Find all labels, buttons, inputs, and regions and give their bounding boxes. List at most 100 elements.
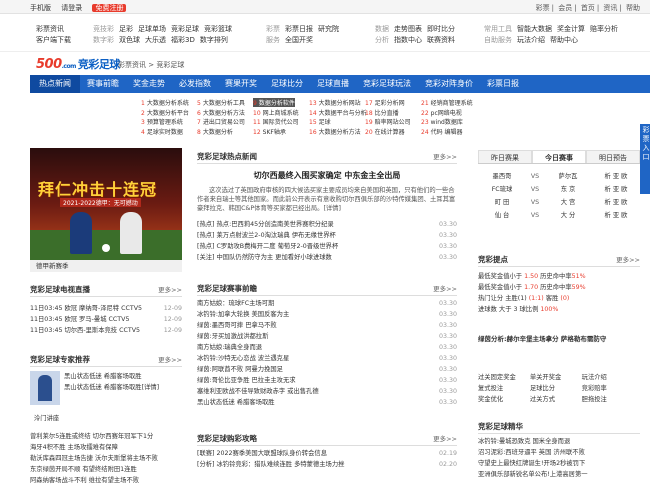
register-button[interactable]: 免费注册 [92, 4, 127, 12]
keyword-link[interactable]: 13 大数据分析网站 [309, 98, 361, 107]
list-item[interactable]: 勒沃库森四冠主场告捷 沃尔夫斯堡将主场不败 [30, 453, 182, 464]
list-item[interactable]: 绿茵:牙买加激战洪都拉斯 03.30 [197, 331, 457, 342]
list-item[interactable]: 南方姑娘:瑞典全身而退 03.30 [197, 342, 457, 353]
login-link[interactable]: 请登录 [61, 4, 82, 12]
analysis-links[interactable]: 析 亚 欧 [592, 196, 640, 209]
list-item[interactable]: 黑山状态低迷 希腊客场取胜 03.30 [197, 397, 457, 408]
live-tv-more[interactable]: 更多>> [158, 283, 182, 297]
tip-item[interactable]: 最低奖金值小于 1.70 历史命中率59% [478, 282, 640, 293]
mobile-link[interactable]: 手机版 [30, 4, 51, 12]
keyword-link[interactable]: 12 SKF轴承 [253, 127, 286, 136]
list-item[interactable]: [热点] C罗助攻B费梅开二度 葡萄牙2-0晋级世界杯 03.30 [197, 241, 457, 252]
analysis-links[interactable]: 析 亚 欧 [592, 170, 640, 183]
list-item[interactable]: 冰钓铃:沙特无心恋战 波兰遇克星 03.30 [197, 353, 457, 364]
top-link-member[interactable]: 会员 [558, 4, 572, 12]
list-item[interactable]: [分析] 冰钓铃竞彩：猎队难续连胜 多特蒙德主场力挫 02.20 [197, 459, 457, 470]
list-item[interactable]: 东京绿茵开局不顺 有望终结附田1连胜 [30, 464, 182, 475]
quick-link[interactable]: 复式投注 [478, 383, 530, 394]
list-item[interactable]: 阿森纳客场战斗不利 维拉有望主场不败 [30, 475, 182, 486]
list-item[interactable]: 11日03:45 欧冠 摩纳哥-泽尼特 CCTV5 12-09 [30, 303, 182, 314]
banner-caption[interactable]: 德甲新赛季 [30, 260, 182, 272]
main-nav-valuation[interactable]: 竞彩对阵身价 [418, 75, 480, 93]
keyword-link[interactable]: 5 大数据分析工具 [197, 98, 245, 107]
main-nav-betfair-index[interactable]: 必发指数 [172, 75, 218, 93]
site-logo[interactable]: 500.com 竞彩足球 [36, 56, 120, 72]
main-nav-live[interactable]: 足球直播 [310, 75, 356, 93]
list-item[interactable]: 沼习泥彩:西班牙逼平 英国 济州联不败 [478, 447, 640, 458]
quick-link[interactable]: 过关方式 [530, 394, 582, 405]
tab-yesterday[interactable]: 昨日赛果 [478, 150, 532, 163]
list-item[interactable]: 守望史上最快红牌诞生!开场2秒被罚下 [478, 458, 640, 469]
main-nav-preview[interactable]: 赛事前瞻 [80, 75, 126, 93]
match-row[interactable]: FC琉球 VS 东 京 析 亚 欧 [478, 183, 640, 196]
keyword-link[interactable]: 7 进出口贸易公司 [197, 117, 245, 126]
nav-link[interactable]: 双色球 [119, 36, 140, 44]
keyword-link[interactable]: 4 足球实时数据 [141, 127, 183, 136]
quick-link[interactable]: 奖金优化 [478, 394, 530, 405]
keyword-link[interactable]: 24 代码 编辑器 [421, 127, 463, 136]
tips-more[interactable]: 更多>> [616, 253, 640, 267]
keyword-link[interactable]: 3 预算管理系统 [141, 117, 183, 126]
preview-more[interactable]: 更多>> [433, 282, 457, 296]
nav-link[interactable]: 走势图表 [394, 25, 422, 33]
list-item[interactable]: [热点] 热点:巴西莉45分创造南美世界赛积分纪录 03.30 [197, 219, 457, 230]
expert-photo[interactable] [30, 371, 60, 405]
quick-link[interactable]: 胆拖投注 [582, 394, 634, 405]
keyword-link[interactable]: 22 pc网络电视 [421, 108, 462, 117]
nav-link[interactable]: 竞彩篮球 [204, 25, 232, 33]
list-item[interactable]: 绿茵:墨西哥可摔 巴拿马不败 03.30 [197, 320, 457, 331]
list-item[interactable]: 亚洲俱乐部新锐名单公布!上港高居第一 [478, 469, 640, 480]
list-item[interactable]: 塞维利亚欧战不佳导致财政赤字 或出售孔德 03.30 [197, 386, 457, 397]
list-item[interactable]: [热点] 莱万点射波兰2-0淘汰瑞典 伊布无缘世界杯 03.30 [197, 230, 457, 241]
list-item[interactable]: [关注] 中国队仍然防守为主 更加看好小球进球数 03.30 [197, 252, 457, 263]
match-row[interactable]: 墨西哥 VS 萨尔瓦 析 亚 欧 [478, 170, 640, 183]
keyword-link[interactable]: 20 在线计算器 [365, 127, 405, 136]
list-item[interactable]: 绿茵:哥伦比亚争胜 巴拉圭主攻无求 03.30 [197, 375, 457, 386]
nav-link[interactable]: 奖金计算 [557, 25, 585, 33]
expert-more[interactable]: 更多>> [158, 353, 182, 367]
top-link-lottery[interactable]: 彩票 [536, 4, 550, 12]
match-row[interactable]: 仙 台 VS 大 分 析 亚 欧 [478, 209, 640, 222]
top-link-news[interactable]: 资讯 [603, 4, 617, 12]
keyword-link[interactable]: 8 大数据分析 [197, 127, 233, 136]
match-row[interactable]: 町 田 VS 大 宫 析 亚 欧 [478, 196, 640, 209]
nav-link[interactable]: 客户端下载 [36, 36, 71, 44]
side-lottery-entry[interactable]: 彩票入口 [640, 124, 650, 194]
tab-today[interactable]: 今日赛事 [532, 150, 586, 163]
list-item[interactable]: 冰钓铃:加拿大轮换 美国反客为主 03.30 [197, 309, 457, 320]
keyword-link[interactable]: 23 wind数据库 [421, 117, 463, 126]
keyword-link[interactable]: 11 国际货代公司 [253, 117, 299, 126]
keyword-link[interactable]: 16 大数据分析方法 [309, 127, 361, 136]
keyword-link[interactable]: 6 大数据分析方法 [197, 108, 245, 117]
nav-link[interactable]: 研究院 [318, 25, 339, 33]
nav-link[interactable]: 指数中心 [394, 36, 422, 44]
expert-info-line[interactable]: 黑山状态低迷 希腊客场取胜[详情] [64, 382, 182, 393]
tip-item[interactable]: 最低奖金值小于 1.50 历史命中率51% [478, 271, 640, 282]
main-nav-results[interactable]: 赛果开奖 [218, 75, 264, 93]
keyword-link[interactable]: 9 数据分析软件 [253, 98, 295, 107]
keyword-link[interactable]: 1 大数据分析系统 [141, 98, 189, 107]
list-item[interactable]: 海牙4积不胜 主场攻擂难有保障 [30, 442, 182, 453]
quick-link[interactable]: 足球比分 [530, 383, 582, 394]
keyword-link[interactable]: 15 足球 [309, 117, 331, 126]
top-link-home[interactable]: 首页 [581, 4, 595, 12]
nav-link[interactable]: 智能大数据 [517, 25, 552, 33]
nav-link[interactable]: 赔率分析 [590, 25, 618, 33]
keyword-link[interactable]: 2 大数据分析平台 [141, 108, 189, 117]
headline[interactable]: 切尔西最终入围买家确定 中东金主全出局 [197, 170, 457, 181]
list-item[interactable]: 南方姑娘：琉球FC主场可期 03.30 [197, 298, 457, 309]
nav-link[interactable]: 玩法介绍 [517, 36, 545, 44]
main-nav-daily[interactable]: 彩票日报 [480, 75, 526, 93]
keyword-link[interactable]: 21 经销商管理系统 [421, 98, 473, 107]
list-item[interactable]: 绿茵:阿联酋不败 阿曼力挽国足 03.30 [197, 364, 457, 375]
list-item[interactable]: [联赛] 2022赛季美国大联盟球队身价转会信息 02.19 [197, 448, 457, 459]
banner-image[interactable]: 拜仁冲击十连冠 2021-2022德甲：无可撼动 [30, 148, 182, 260]
tip-item[interactable]: 进球数 大于 3 球比例 100% [478, 304, 640, 315]
nav-link[interactable]: 即时比分 [427, 25, 455, 33]
main-nav-hot-news[interactable]: 热点新闻 [30, 75, 80, 93]
tip-item[interactable]: 热门让分 主胜(1) (1:1) 客胜 (0) [478, 293, 640, 304]
featured-analysis[interactable]: 绿茵分析:赫尔辛堡主场拿分 萨格勒布需防守 [478, 333, 640, 343]
quick-link[interactable]: 玩法介绍 [582, 372, 634, 383]
main-nav-prize-trend[interactable]: 奖金走势 [126, 75, 172, 93]
nav-link[interactable]: 足球单场 [138, 25, 166, 33]
